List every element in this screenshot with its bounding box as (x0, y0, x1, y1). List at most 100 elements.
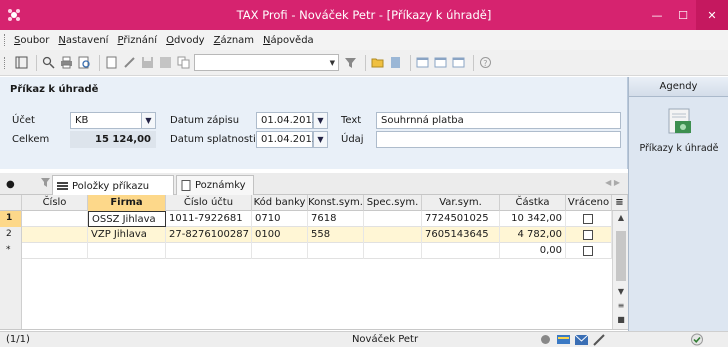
vraceno-checkbox[interactable] (583, 214, 593, 224)
cell-konst-sym[interactable]: 7618 (308, 211, 364, 227)
menu-nastaveni[interactable]: Nastavení (58, 35, 108, 46)
menu-odvody[interactable]: Odvody (166, 35, 205, 46)
search-icon[interactable] (41, 55, 56, 70)
status-icons (538, 333, 610, 346)
filter-clear-icon[interactable] (40, 177, 51, 191)
menu-soubor[interactable]: Soubor (14, 35, 49, 46)
svg-text:?: ? (483, 59, 487, 68)
close-button[interactable]: ✕ (696, 0, 728, 30)
card-icon[interactable] (556, 333, 570, 346)
check-icon[interactable] (690, 333, 704, 346)
cell-spec-sym[interactable] (364, 227, 422, 243)
menu-priznani[interactable]: Přiznání (117, 35, 157, 46)
table-row[interactable]: 2 VZP Jihlava 27-8276100287 0100 558 760… (0, 227, 612, 243)
datum-splatnosti-dropdown[interactable]: ▼ (313, 131, 328, 148)
cell-spec-sym[interactable] (364, 211, 422, 227)
udaj-field[interactable] (376, 131, 621, 148)
menu-napoveda[interactable]: Nápověda (263, 35, 314, 46)
cell-firma[interactable]: OSSZ Jihlava (88, 211, 166, 227)
pen-icon[interactable] (592, 333, 606, 346)
agendy-header[interactable]: Agendy (629, 77, 728, 97)
cell-firma[interactable]: VZP Jihlava (88, 227, 166, 243)
edit-icon[interactable] (122, 55, 137, 70)
tab-nav-arrows[interactable]: ◀ ▶ (605, 178, 620, 187)
ucet-field[interactable]: KB (70, 112, 142, 129)
window-icon-3[interactable] (451, 55, 466, 70)
scroll-last-icon[interactable]: ■ (615, 315, 627, 327)
folder-icon[interactable] (370, 55, 385, 70)
menu-zaznam[interactable]: Záznam (214, 35, 254, 46)
cell-cislo[interactable] (22, 243, 88, 259)
star-icon[interactable]: ● (6, 179, 15, 190)
cancel-icon[interactable] (158, 55, 173, 70)
maximize-button[interactable]: ☐ (670, 0, 696, 30)
scroll-end-icon[interactable]: ≡ (615, 301, 627, 313)
window-icon-2[interactable] (433, 55, 448, 70)
ucet-dropdown[interactable]: ▼ (141, 112, 156, 129)
mail-icon[interactable] (574, 333, 588, 346)
col-vraceno[interactable]: Vráceno (566, 195, 612, 211)
column-chooser-icon[interactable]: ≡ (612, 195, 628, 211)
cell-vraceno[interactable] (566, 243, 612, 259)
cell-cislo[interactable] (22, 227, 88, 243)
cell-var-sym[interactable]: 7605143645 (422, 227, 500, 243)
cell-cislo[interactable] (22, 211, 88, 227)
window-icon[interactable] (415, 55, 430, 70)
web-icon[interactable] (538, 333, 552, 346)
col-castka[interactable]: Částka (500, 195, 566, 211)
cell-spec-sym[interactable] (364, 243, 422, 259)
col-var-sym[interactable]: Var.sym. (422, 195, 500, 211)
cell-kod-banky[interactable]: 0100 (252, 227, 308, 243)
scroll-down-icon[interactable]: ▼ (615, 287, 627, 299)
cell-kod-banky[interactable] (252, 243, 308, 259)
cell-cislo-uctu[interactable]: 27-8276100287 (166, 227, 252, 243)
cell-castka[interactable]: 0,00 (500, 243, 566, 259)
table-row-new[interactable]: * 0,00 (0, 243, 612, 259)
text-label: Text (341, 115, 362, 126)
cell-konst-sym[interactable]: 558 (308, 227, 364, 243)
new-record-icon[interactable] (104, 55, 119, 70)
col-cislo[interactable]: Číslo (22, 195, 88, 211)
cell-var-sym[interactable]: 7724501025 (422, 211, 500, 227)
preview-icon[interactable] (77, 55, 92, 70)
cell-cislo-uctu[interactable]: 1011-7922681 (166, 211, 252, 227)
agenda-icon[interactable] (14, 55, 29, 70)
datum-zapisu-field[interactable]: 01.04.2015 (256, 112, 318, 129)
text-field[interactable]: Souhrnná platba (376, 112, 621, 129)
table-row[interactable]: 1 OSSZ Jihlava 1011-7922681 0710 7618 77… (0, 211, 612, 227)
cell-firma[interactable] (88, 243, 166, 259)
scroll-up-icon[interactable]: ▲ (615, 213, 627, 225)
datum-zapisu-dropdown[interactable]: ▼ (313, 112, 328, 129)
copy-icon[interactable] (176, 55, 191, 70)
vraceno-checkbox[interactable] (583, 230, 593, 240)
tab-poznamky[interactable]: Poznámky (176, 175, 254, 195)
cell-castka[interactable]: 4 782,00 (500, 227, 566, 243)
print-icon[interactable] (59, 55, 74, 70)
datum-splatnosti-field[interactable]: 01.04.2015 (256, 131, 318, 148)
minimize-button[interactable]: — (644, 0, 670, 30)
calc-icon[interactable] (388, 55, 403, 70)
col-spec-sym[interactable]: Spec.sym. (364, 195, 422, 211)
cell-castka[interactable]: 10 342,00 (500, 211, 566, 227)
help-icon[interactable]: ? (478, 55, 493, 70)
col-cislo-uctu[interactable]: Číslo účtu (166, 195, 252, 211)
col-firma[interactable]: Firma (88, 195, 166, 211)
save-icon[interactable] (140, 55, 155, 70)
form-panel: Příkaz k úhradě Účet KB ▼ Celkem 15 124,… (0, 77, 628, 169)
window-title: TAX Profi - Nováček Petr - [Příkazy k úh… (236, 8, 492, 22)
cell-kod-banky[interactable]: 0710 (252, 211, 308, 227)
cell-cislo-uctu[interactable] (166, 243, 252, 259)
col-kod-banky[interactable]: Kód banky (252, 195, 308, 211)
col-konst-sym[interactable]: Konst.sym. (308, 195, 364, 211)
toolbar-combo[interactable]: ▼ (194, 54, 339, 71)
cell-vraceno[interactable] (566, 211, 612, 227)
cell-var-sym[interactable] (422, 243, 500, 259)
scroll-thumb[interactable] (616, 231, 626, 281)
cell-konst-sym[interactable] (308, 243, 364, 259)
vraceno-checkbox[interactable] (583, 246, 593, 256)
tab-polozky-prikazu[interactable]: Položky příkazu (52, 175, 174, 196)
grid-scrollbar[interactable]: ▲ ▼ ≡ ■ (612, 211, 628, 329)
agenda-item-prikazy[interactable]: Příkazy k úhradě (633, 105, 725, 163)
filter-icon[interactable] (343, 55, 358, 70)
cell-vraceno[interactable] (566, 227, 612, 243)
